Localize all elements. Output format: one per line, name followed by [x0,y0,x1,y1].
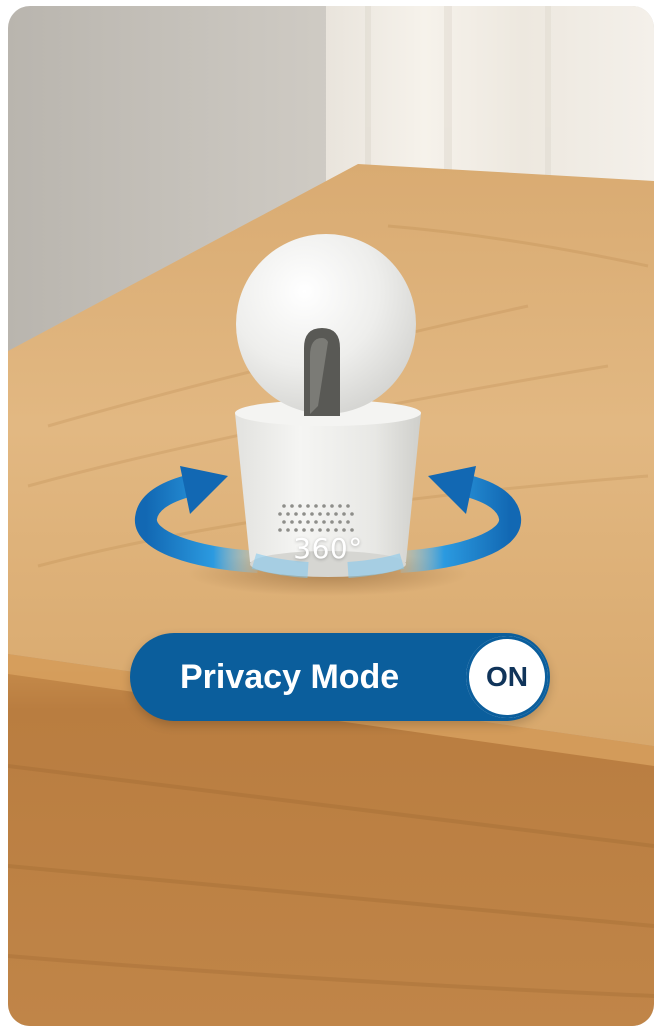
privacy-toggle-state: ON [486,661,528,692]
camera-scene-illustration [8,6,654,1026]
rotation-degree-label: 360° [293,532,363,565]
privacy-mode-badge: Privacy Mode ON [130,633,550,721]
privacy-mode-label: Privacy Mode [180,658,400,696]
privacy-toggle-knob: ON [466,636,548,718]
product-image-card: 360° Privacy Mode ON [8,6,654,1026]
